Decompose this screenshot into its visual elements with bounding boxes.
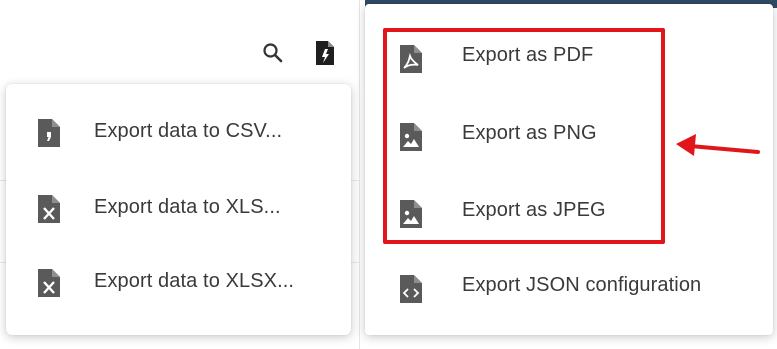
export-json-label: Export JSON configuration — [462, 274, 702, 296]
json-code-file-icon — [397, 274, 425, 304]
export-file-icon[interactable] — [312, 40, 338, 66]
xls-file-icon — [36, 194, 62, 224]
search-icon[interactable] — [260, 40, 286, 66]
export-chart-menu: Export as PDF Export as PNG Export as JP… — [365, 4, 773, 335]
export-xlsx-item[interactable]: Export data to XLSX... — [6, 254, 351, 310]
export-xls-label: Export data to XLS... — [94, 196, 281, 218]
left-panel: Export data to CSV... Export data to XLS… — [0, 0, 360, 349]
export-xlsx-label: Export data to XLSX... — [94, 270, 295, 292]
pdf-file-icon — [397, 44, 425, 74]
export-png-label: Export as PNG — [462, 122, 597, 144]
export-data-menu: Export data to CSV... Export data to XLS… — [6, 84, 351, 335]
export-csv-item[interactable]: Export data to CSV... — [6, 104, 351, 160]
export-xls-item[interactable]: Export data to XLS... — [6, 180, 351, 236]
red-arrow-annotation — [676, 134, 760, 156]
export-jpeg-item[interactable]: Export as JPEG — [365, 177, 773, 247]
png-image-icon — [397, 122, 425, 152]
jpeg-image-icon — [397, 199, 425, 229]
export-pdf-label: Export as PDF — [462, 44, 594, 66]
right-panel: a Export as PDF Export as — [365, 0, 777, 349]
xlsx-file-icon — [36, 268, 62, 298]
export-pdf-item[interactable]: Export as PDF — [365, 22, 773, 92]
export-json-item[interactable]: Export JSON configuration — [365, 252, 773, 322]
export-csv-label: Export data to CSV... — [94, 120, 283, 142]
export-jpeg-label: Export as JPEG — [462, 199, 606, 221]
csv-file-icon — [36, 118, 62, 148]
